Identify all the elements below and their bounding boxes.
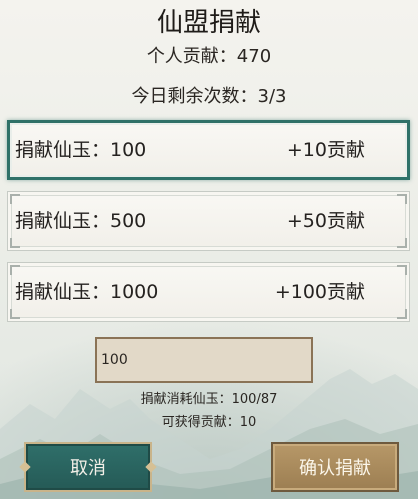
contribution-gain-text: 可获得贡献：10 xyxy=(161,415,257,430)
corner-ornament xyxy=(397,238,407,248)
option-reward: +10贡献 xyxy=(286,139,365,161)
donation-option-1000[interactable]: 捐献仙玉：1000 +100贡献 xyxy=(7,262,410,322)
personal-contribution: 个人贡献：470 xyxy=(146,46,272,67)
corner-ornament xyxy=(397,265,407,275)
cancel-button[interactable]: 取消 xyxy=(19,442,157,492)
donation-amount-input[interactable]: 100 xyxy=(95,337,313,383)
option-label: 捐献仙玉：1000 xyxy=(15,281,159,303)
page-title: 仙盟捐献 xyxy=(156,8,261,38)
cancel-button-label: 取消 xyxy=(70,458,106,479)
remaining-times: 今日剩余次数：3/3 xyxy=(131,86,287,107)
option-label: 捐献仙玉：500 xyxy=(15,210,147,232)
option-reward: +100贡献 xyxy=(274,281,365,303)
corner-ornament xyxy=(397,309,407,319)
confirm-button-label: 确认捐献 xyxy=(299,458,371,479)
donation-cost-text: 捐献消耗仙玉：100/87 xyxy=(140,392,278,407)
option-label: 捐献仙玉：100 xyxy=(15,139,147,161)
option-reward: +50贡献 xyxy=(286,210,365,232)
confirm-donation-button[interactable]: 确认捐献 xyxy=(271,442,399,492)
donation-option-500[interactable]: 捐献仙玉：500 +50贡献 xyxy=(7,191,410,251)
donation-panel: 仙盟捐献 个人贡献：470 今日剩余次数：3/3 捐献仙玉：100 +10贡献 … xyxy=(0,0,418,499)
donation-option-100[interactable]: 捐献仙玉：100 +10贡献 xyxy=(7,120,410,180)
corner-ornament xyxy=(397,194,407,204)
